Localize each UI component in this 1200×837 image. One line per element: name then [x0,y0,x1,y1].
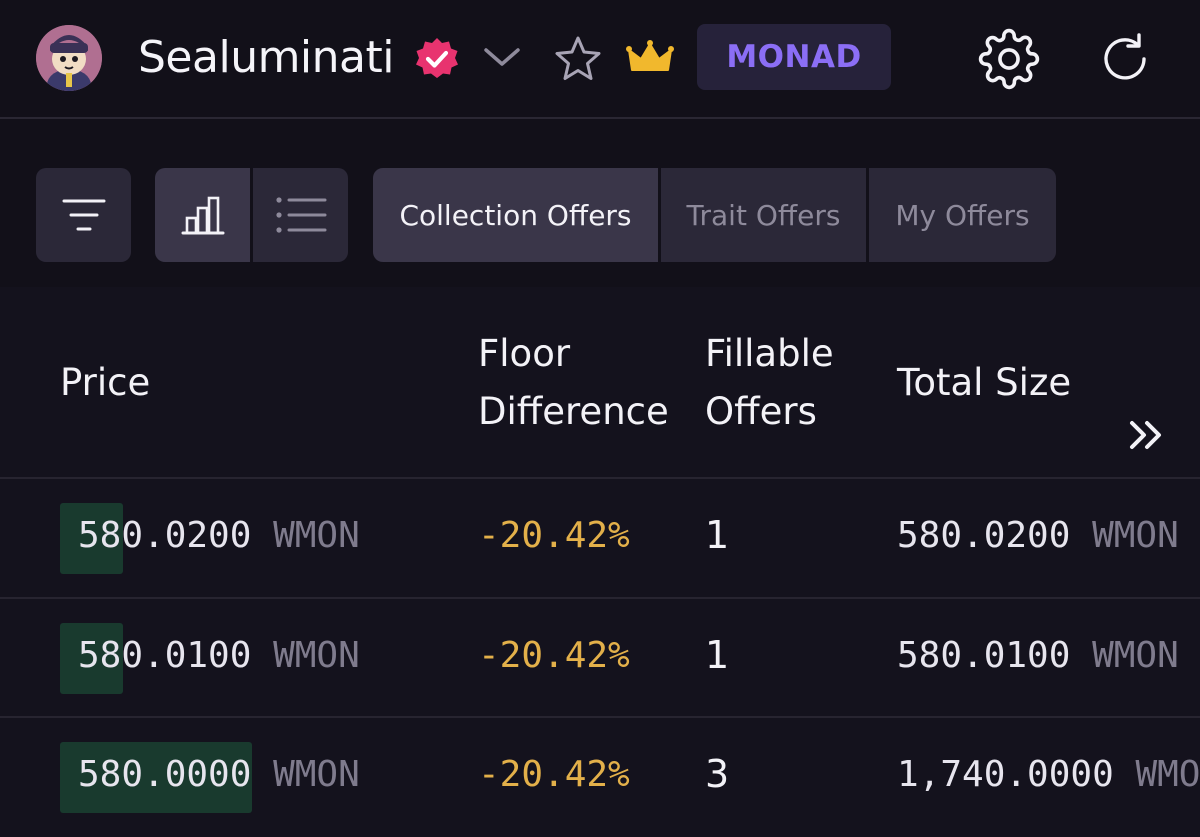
chart-view-button[interactable] [155,168,250,262]
price-unit: WMON [273,515,360,556]
chevron-down-icon[interactable] [482,40,522,76]
offer-price: 580.0200 WMON [78,515,360,556]
offer-tabs: Collection Offers Trait Offers My Offers [373,168,1056,262]
crown-icon [626,38,674,78]
price-unit: WMON [273,635,360,676]
star-outline-icon[interactable] [552,34,604,84]
offer-price: 580.0000 WMON [78,754,360,795]
tab-my-offers[interactable]: My Offers [869,168,1056,262]
filter-button[interactable] [36,168,131,262]
column-header-floor-line1: Floor [478,332,571,375]
column-header-fillable-offers[interactable]: Fillable Offers [705,325,834,441]
collection-avatar[interactable] [36,25,102,91]
offers-panel: Sealuminati MONAD Collection Offers Trai… [0,0,1200,837]
column-header-total-size[interactable]: Total Size [897,354,1071,412]
floor-difference: -20.42% [478,515,630,556]
total-value: 580.0100 [897,635,1071,676]
tab-collection-offers[interactable]: Collection Offers [373,168,658,262]
fillable-offers: 3 [705,752,730,796]
collection-header: Sealuminati MONAD [0,0,1200,119]
price-value: 580.0200 [78,515,252,556]
column-header-floor-difference[interactable]: Floor Difference [478,325,669,441]
floor-difference: -20.42% [478,754,630,795]
table-row[interactable]: 580.0200 WMON -20.42% 1 580.0200 WMON [0,479,1200,597]
verified-badge-icon [414,36,460,82]
list-icon [275,197,326,233]
column-header-floor-line2: Difference [478,390,669,433]
price-value: 580.0100 [78,635,252,676]
total-unit: WMON [1092,635,1179,676]
offer-price: 580.0100 WMON [78,635,360,676]
total-value: 1,740.0000 [897,754,1114,795]
floor-difference: -20.42% [478,635,630,676]
filter-icon [62,199,105,231]
price-value: 580.0000 [78,754,252,795]
fillable-offers: 1 [705,633,730,677]
total-unit: WMON [1135,754,1200,795]
double-chevron-right-icon[interactable] [1126,415,1168,455]
column-header-price[interactable]: Price [60,354,150,412]
total-size: 580.0200 WMON [897,515,1179,556]
price-unit: WMON [273,754,360,795]
refresh-icon[interactable] [1094,28,1156,90]
offers-table: Price Floor Difference Fillable Offers T… [0,287,1200,837]
gear-icon[interactable] [978,28,1040,90]
column-header-fillable-line2: Offers [705,390,817,433]
table-row[interactable]: 580.0100 WMON -20.42% 1 580.0100 WMON [0,599,1200,717]
table-row[interactable]: 580.0000 WMON -20.42% 3 1,740.0000 WMON [0,718,1200,836]
column-header-fillable-line1: Fillable [705,332,834,375]
collection-title: Sealuminati [138,32,395,83]
bar-chart-icon [181,196,224,235]
fillable-offers: 1 [705,513,730,557]
total-value: 580.0200 [897,515,1071,556]
total-size: 580.0100 WMON [897,635,1179,676]
total-unit: WMON [1092,515,1179,556]
total-size: 1,740.0000 WMON [897,754,1200,795]
view-toggle [155,168,348,262]
tab-trait-offers[interactable]: Trait Offers [661,168,866,262]
chain-badge: MONAD [697,24,891,90]
list-view-button[interactable] [253,168,348,262]
